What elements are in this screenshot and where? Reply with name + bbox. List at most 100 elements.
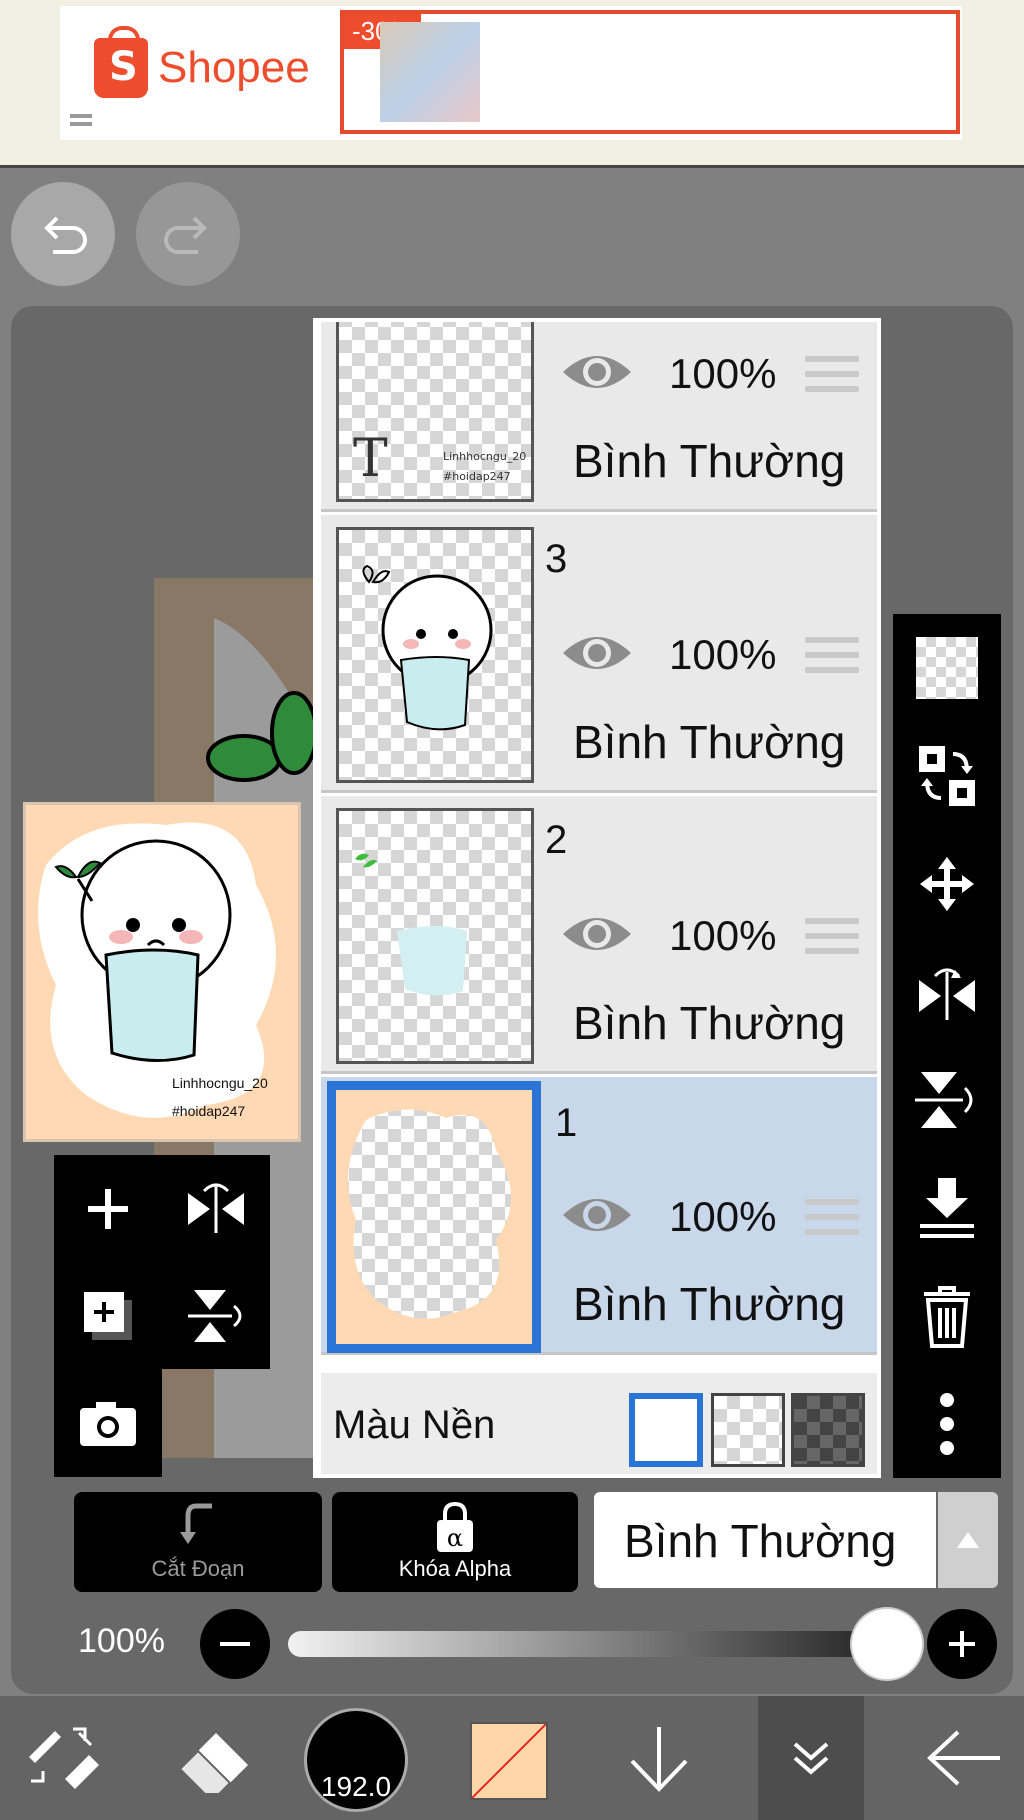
- ad-promo[interactable]: -30%: [340, 10, 960, 134]
- minus-icon: [220, 1642, 250, 1646]
- layer-number: 1: [555, 1101, 578, 1145]
- drag-handle-icon[interactable]: [805, 918, 859, 962]
- add-layer-button[interactable]: [54, 1155, 162, 1262]
- background-transparent-swatch[interactable]: [711, 1393, 785, 1467]
- eye-icon: [563, 918, 631, 950]
- transparency-button[interactable]: [893, 614, 1001, 722]
- layer-visibility-toggle[interactable]: [559, 346, 635, 402]
- swap-layer-button[interactable]: [893, 722, 1001, 830]
- undo-icon: [44, 216, 87, 254]
- background-color-row: Màu Nền: [321, 1373, 877, 1474]
- alpha-lock-icon: α: [437, 1502, 473, 1552]
- layer-visibility-toggle[interactable]: [559, 908, 635, 964]
- camera-icon: [80, 1401, 136, 1446]
- layer-row[interactable]: 3 100% Bình Thường: [321, 515, 877, 793]
- arrow-left-icon: [927, 1730, 1000, 1786]
- canvas-preview[interactable]: Linhhocngu_20 #hoidap247: [23, 802, 301, 1142]
- opacity-increase-button[interactable]: [927, 1609, 997, 1679]
- tool-switch-button[interactable]: [18, 1696, 108, 1820]
- layer-thumbnail[interactable]: T Linhhocngu_20 #hoidap247: [336, 322, 534, 502]
- layer-1-art: [336, 1090, 532, 1344]
- arrow-down-icon: [630, 1727, 688, 1792]
- flip-horizontal-icon: [188, 1183, 244, 1233]
- layer-row-selected[interactable]: 1 100% Bình Thường: [321, 1077, 877, 1355]
- drag-handle-icon[interactable]: [805, 356, 859, 400]
- preview-credit-2: #hoidap247: [172, 1103, 246, 1119]
- blend-mode-value: Bình Thường: [624, 1515, 897, 1567]
- layer-thumbnail[interactable]: [336, 527, 534, 783]
- camera-tool-panel: [54, 1369, 162, 1477]
- drag-handle-icon[interactable]: [805, 637, 859, 681]
- layer-thumbnail[interactable]: [336, 808, 534, 1064]
- back-button[interactable]: [914, 1696, 1014, 1820]
- background-dark-swatch[interactable]: [791, 1393, 865, 1467]
- camera-button[interactable]: [54, 1369, 162, 1476]
- eye-icon: [563, 637, 631, 669]
- opacity-decrease-button[interactable]: [200, 1609, 270, 1679]
- triangle-up-icon: [957, 1532, 979, 1548]
- swap-icon: [919, 746, 975, 806]
- brush-eraser-swap-icon: [29, 1727, 99, 1789]
- trash-icon: [924, 1286, 970, 1348]
- color-picker-button[interactable]: [470, 1722, 548, 1800]
- delete-layer-button[interactable]: [893, 1262, 1001, 1370]
- thumb-credit-1: Linhhocngu_20: [443, 450, 527, 463]
- ad-banner[interactable]: Shopee -30%: [0, 0, 1024, 168]
- ad-card[interactable]: Shopee -30%: [60, 6, 962, 140]
- bottom-toolbar: 192.0: [0, 1696, 1024, 1820]
- thumb-credit-2: #hoidap247: [443, 470, 511, 483]
- layer-blend-mode[interactable]: Bình Thường: [573, 434, 845, 488]
- character-line-art: [362, 564, 493, 731]
- undo-button[interactable]: [11, 182, 115, 286]
- flip-layer-horizontal-button[interactable]: [162, 1155, 270, 1262]
- redo-icon: [164, 216, 207, 254]
- merge-down-icon: [920, 1178, 974, 1238]
- move-down-button[interactable]: [614, 1696, 704, 1820]
- layer-blend-mode[interactable]: Bình Thường: [573, 1277, 845, 1331]
- brush-size-button[interactable]: 192.0: [304, 1708, 408, 1812]
- ad-product-image: [380, 22, 480, 122]
- layer-opacity: 100%: [669, 912, 777, 959]
- eraser-icon: [178, 1733, 248, 1793]
- background-white-swatch[interactable]: [629, 1393, 703, 1467]
- layer-blend-mode[interactable]: Bình Thường: [573, 715, 845, 769]
- ad-menu-icon[interactable]: [70, 114, 92, 126]
- layer-number: 2: [545, 818, 568, 862]
- layer-visibility-toggle[interactable]: [559, 627, 635, 683]
- layer-blend-mode[interactable]: Bình Thường: [573, 996, 845, 1050]
- move-button[interactable]: [893, 830, 1001, 938]
- right-toolbar: [893, 614, 1001, 1478]
- opacity-slider-thumb[interactable]: [852, 1609, 922, 1679]
- text-layer-icon: T: [353, 429, 388, 489]
- layer-panel: T Linhhocngu_20 #hoidap247 100% Bình Thư…: [313, 318, 881, 1478]
- layer-row[interactable]: 2 100% Bình Thường: [321, 796, 877, 1074]
- drag-handle-icon[interactable]: [805, 1199, 859, 1243]
- chevron-double-down-icon: [793, 1742, 829, 1775]
- layer-thumbnail[interactable]: [327, 1081, 541, 1353]
- layer-opacity: 100%: [669, 1193, 777, 1240]
- layer-opacity: 100%: [669, 631, 777, 678]
- eraser-button[interactable]: [164, 1696, 264, 1820]
- layer-opacity: 100%: [669, 350, 777, 397]
- flip-horizontal-button[interactable]: [893, 938, 1001, 1046]
- merge-down-button[interactable]: [893, 1154, 1001, 1262]
- layer-row[interactable]: T Linhhocngu_20 #hoidap247 100% Bình Thư…: [321, 322, 877, 512]
- brush-size-value: 192.0: [320, 1771, 392, 1802]
- ad-brand: Shopee: [158, 43, 310, 92]
- more-options-button[interactable]: [893, 1370, 1001, 1478]
- layer-visibility-toggle[interactable]: [559, 1189, 635, 1245]
- redo-button[interactable]: [136, 182, 240, 286]
- layers-panel-button[interactable]: [758, 1696, 864, 1820]
- svg-text:α: α: [447, 1524, 463, 1552]
- layer-tools-panel: [54, 1155, 270, 1369]
- flip-layer-vertical-button[interactable]: [162, 1262, 270, 1369]
- blend-mode-select[interactable]: Bình Thường: [594, 1492, 936, 1588]
- clip-button[interactable]: Cắt Đoạn: [74, 1492, 322, 1592]
- opacity-slider-track[interactable]: [288, 1631, 888, 1657]
- color-swatch-icon: [472, 1724, 546, 1798]
- flip-vertical-button[interactable]: [893, 1046, 1001, 1154]
- duplicate-layer-button[interactable]: [54, 1262, 162, 1369]
- alpha-lock-button[interactable]: α Khóa Alpha: [332, 1492, 578, 1592]
- flip-vertical-icon: [915, 1072, 973, 1128]
- blend-mode-dropdown-button[interactable]: [938, 1492, 998, 1588]
